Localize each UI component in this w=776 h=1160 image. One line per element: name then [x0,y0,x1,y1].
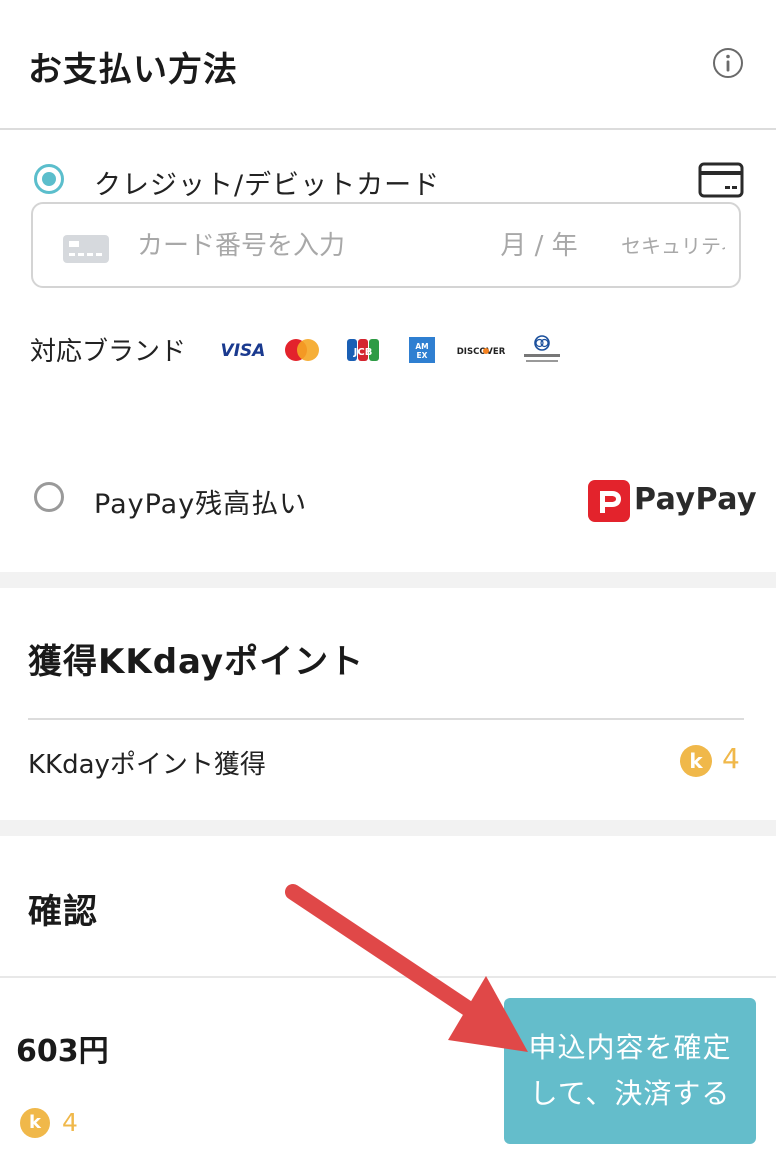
checkout-bottom-bar: 603円 k 4 申込内容を確定して、決済する [0,976,776,1160]
card-placeholder-icon [63,235,109,263]
paypay-logo-text: PayPay [634,482,758,517]
supported-brands-label: 対応ブランド [30,337,187,367]
visa-logo: VISA [221,341,266,361]
discover-logo: DISCOVER [457,347,506,357]
info-icon[interactable] [712,47,744,79]
jcb-logo: JCB [347,339,379,361]
payment-method-title: お支払い方法 [28,50,238,90]
credit-card-option-label[interactable]: クレジット/デビットカード [94,163,440,202]
card-number-input[interactable] [137,224,467,268]
mastercard-logo [285,339,319,361]
points-section [0,588,776,820]
card-input-box [31,202,741,288]
svg-text:JCB: JCB [353,347,373,358]
credit-card-radio[interactable] [34,164,64,194]
svg-text:DISCOVER: DISCOVER [457,347,506,357]
section-divider [28,718,744,720]
points-title: 獲得KKdayポイント [28,642,365,682]
amex-logo: AM EX [409,337,435,363]
confirm-title: 確認 [28,892,98,932]
kkday-coin-icon: k [20,1108,50,1138]
diners-club-logo [524,335,560,362]
svg-text:VISA: VISA [221,341,266,361]
points-earned-value: 4 [722,742,740,775]
card-expiry-input[interactable] [489,224,589,268]
paypay-option-label[interactable]: PayPay残高払い [94,482,307,521]
svg-text:AM: AM [415,342,428,351]
paypay-mark-icon [588,480,630,522]
credit-card-icon [698,162,744,198]
paypay-logo: PayPay [588,480,757,522]
kkday-coin-icon: k [680,745,712,777]
confirm-section [0,836,776,976]
svg-text:EX: EX [417,351,428,360]
bottom-points-value: 4 [62,1108,78,1137]
paypay-radio[interactable] [34,482,64,512]
card-security-code-input[interactable] [621,224,725,268]
confirm-and-pay-button[interactable]: 申込内容を確定して、決済する [504,998,756,1144]
section-divider [0,128,776,130]
points-earned-label: KKdayポイント獲得 [28,750,266,780]
total-price: 603円 [16,1034,109,1069]
